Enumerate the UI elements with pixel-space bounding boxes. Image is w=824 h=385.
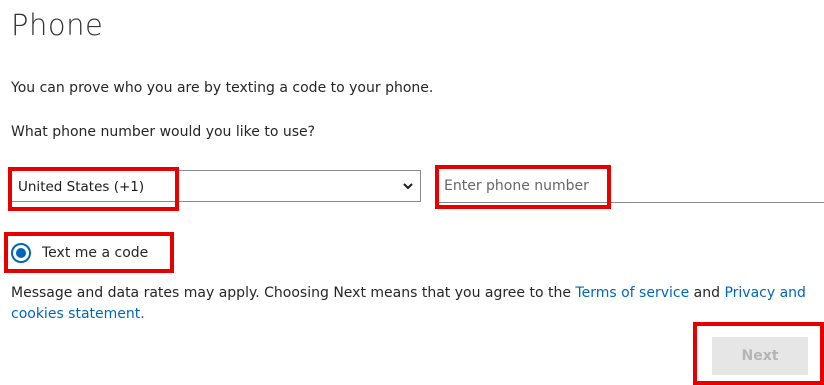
disclaimer-middle: and — [689, 285, 725, 301]
terms-of-service-link[interactable]: Terms of service — [575, 285, 689, 301]
text-code-label[interactable]: Text me a code — [42, 245, 148, 261]
disclaimer-prefix: Message and data rates may apply. Choosi… — [11, 285, 576, 301]
phone-verification-page: Phone You can prove who you are by texti… — [0, 0, 824, 385]
disclaimer-text: Message and data rates may apply. Choosi… — [11, 283, 824, 325]
country-code-dropdown[interactable]: United States (+1) — [11, 170, 421, 202]
phone-question-label: What phone number would you like to use? — [11, 124, 316, 140]
radio-selected-dot — [16, 248, 26, 258]
next-button[interactable]: Next — [712, 337, 808, 375]
intro-text: You can prove who you are by texting a c… — [11, 80, 434, 96]
chevron-down-icon — [403, 183, 413, 190]
page-title: Phone — [11, 8, 104, 42]
text-me-a-code-option[interactable]: Text me a code — [11, 242, 148, 264]
text-code-radio[interactable] — [11, 243, 31, 263]
country-code-selected: United States (+1) — [18, 179, 145, 195]
phone-number-input[interactable] — [437, 170, 824, 203]
